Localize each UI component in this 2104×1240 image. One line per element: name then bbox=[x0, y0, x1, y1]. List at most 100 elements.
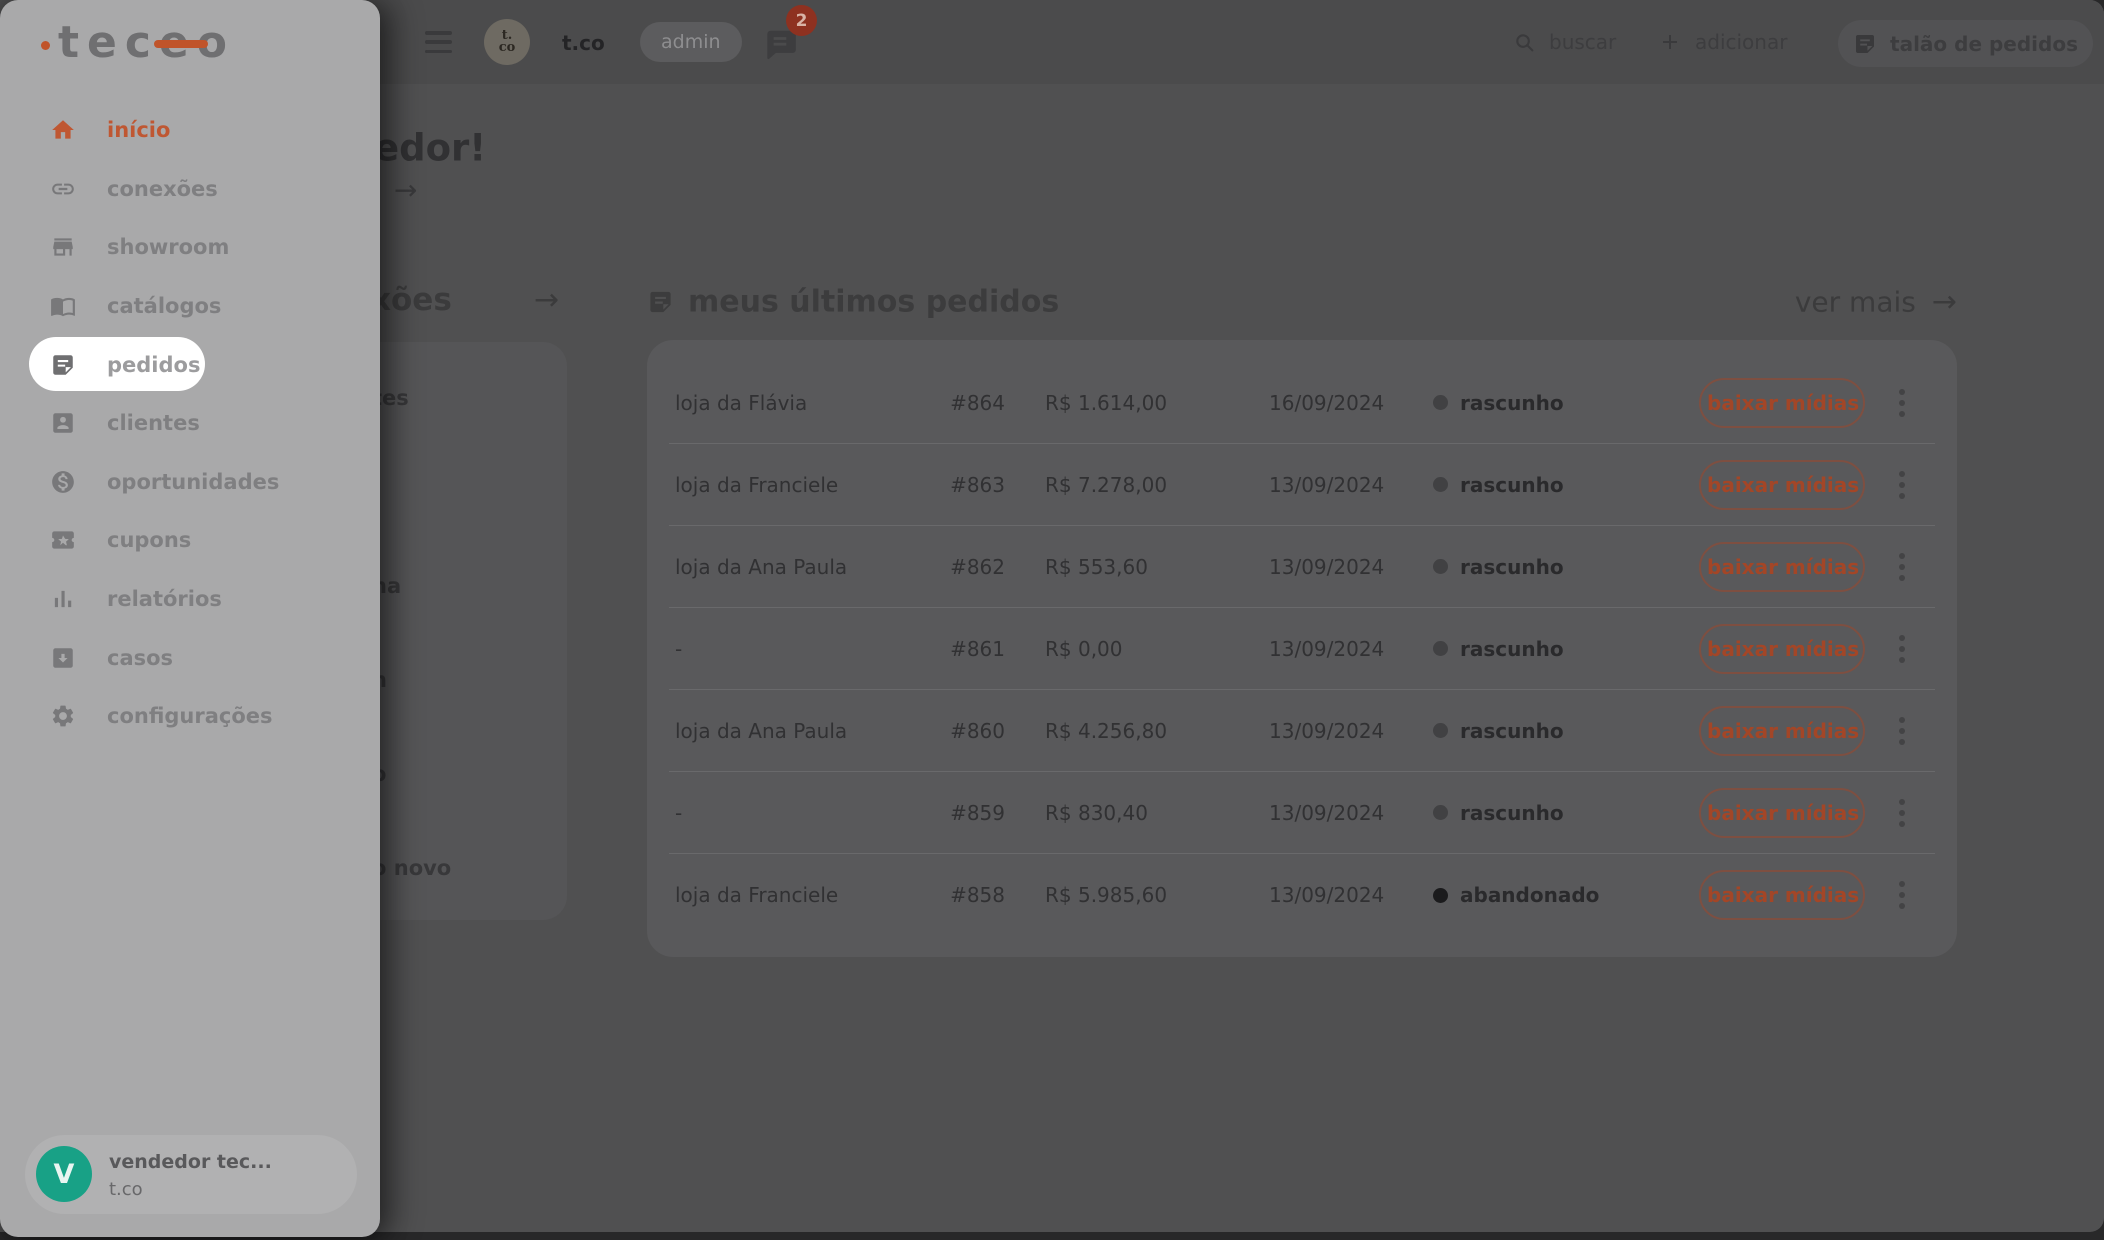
order-status-cell: rascunho bbox=[1427, 801, 1673, 825]
order-number: #859 bbox=[941, 801, 1045, 825]
greeting-text-fragment: edor! bbox=[374, 127, 486, 170]
order-number: #861 bbox=[941, 637, 1045, 661]
download-media-button[interactable]: baixar mídias bbox=[1699, 542, 1865, 592]
sidebar-item-relatorios[interactable]: relatórios bbox=[0, 570, 380, 629]
order-status-label: abandonado bbox=[1460, 883, 1599, 907]
status-dot-icon bbox=[1433, 477, 1448, 492]
kebab-menu-icon[interactable] bbox=[1895, 467, 1909, 503]
user-avatar: V bbox=[36, 1146, 92, 1202]
see-more-link[interactable]: ver mais → bbox=[1795, 285, 1957, 320]
sidebar-item-label: configurações bbox=[107, 704, 273, 728]
note-icon bbox=[1853, 32, 1877, 56]
order-value: R$ 1.614,00 bbox=[1045, 391, 1269, 415]
sidebar-item-label: casos bbox=[107, 646, 173, 670]
download-media-button[interactable]: baixar mídias bbox=[1699, 624, 1865, 674]
order-date: 13/09/2024 bbox=[1269, 637, 1427, 661]
status-dot-icon bbox=[1433, 641, 1448, 656]
logo-text: teceo bbox=[58, 17, 235, 68]
kebab-menu-icon[interactable] bbox=[1895, 549, 1909, 585]
sidebar-item-catalogos[interactable]: catálogos bbox=[0, 277, 380, 336]
order-date: 16/09/2024 bbox=[1269, 391, 1427, 415]
sidebar-item-label: pedidos bbox=[107, 353, 200, 377]
workspace-avatar-line2: co bbox=[499, 42, 516, 54]
kebab-menu-icon[interactable] bbox=[1895, 877, 1909, 913]
order-value: R$ 0,00 bbox=[1045, 637, 1269, 661]
sidebar-item-oportunidades[interactable]: oportunidades bbox=[0, 453, 380, 512]
sidebar-nav: início conexões showroom catálogos pedid… bbox=[0, 101, 380, 746]
person-badge-icon bbox=[50, 410, 76, 436]
menu-icon[interactable] bbox=[425, 31, 452, 53]
order-store: loja da Flávia bbox=[675, 391, 941, 415]
order-date: 13/09/2024 bbox=[1269, 555, 1427, 579]
sidebar-item-inicio[interactable]: início bbox=[0, 101, 380, 160]
order-row: - #859 R$ 830,40 13/09/2024 rascunho bai… bbox=[669, 772, 1935, 854]
order-store: loja da Franciele bbox=[675, 883, 941, 907]
orders-title: meus últimos pedidos bbox=[688, 285, 1059, 320]
order-pad-label: talão de pedidos bbox=[1890, 32, 2078, 56]
order-row: loja da Flávia #864 R$ 1.614,00 16/09/20… bbox=[669, 362, 1935, 444]
order-value: R$ 553,60 bbox=[1045, 555, 1269, 579]
order-date: 13/09/2024 bbox=[1269, 883, 1427, 907]
sidebar-item-clientes[interactable]: clientes bbox=[0, 394, 380, 453]
download-media-button[interactable]: baixar mídias bbox=[1699, 378, 1865, 428]
status-dot-icon bbox=[1433, 395, 1448, 410]
order-status-label: rascunho bbox=[1460, 637, 1564, 661]
status-dot-icon bbox=[1433, 805, 1448, 820]
workspace-avatar[interactable]: t. co bbox=[484, 19, 530, 65]
order-store: loja da Franciele bbox=[675, 473, 941, 497]
download-media-button[interactable]: baixar mídias bbox=[1699, 870, 1865, 920]
download-media-button[interactable]: baixar mídias bbox=[1699, 788, 1865, 838]
download-media-button[interactable]: baixar mídias bbox=[1699, 460, 1865, 510]
sidebar-item-label: showroom bbox=[107, 235, 229, 259]
sidebar-item-conexoes[interactable]: conexões bbox=[0, 160, 380, 219]
logo-dot bbox=[41, 41, 50, 50]
gear-icon bbox=[50, 703, 76, 729]
bar-chart-icon bbox=[50, 586, 76, 612]
plus-icon bbox=[1658, 30, 1682, 54]
order-row: - #861 R$ 0,00 13/09/2024 rascunho baixa… bbox=[669, 608, 1935, 690]
order-row: loja da Franciele #863 R$ 7.278,00 13/09… bbox=[669, 444, 1935, 526]
sidebar-item-label: cupons bbox=[107, 528, 191, 552]
order-value: R$ 7.278,00 bbox=[1045, 473, 1269, 497]
connections-heading-fragment: xões bbox=[371, 282, 452, 318]
dollar-icon bbox=[50, 469, 76, 495]
book-icon bbox=[50, 293, 76, 319]
order-value: R$ 830,40 bbox=[1045, 801, 1269, 825]
see-more-label: ver mais bbox=[1795, 286, 1916, 319]
order-store: - bbox=[675, 637, 941, 661]
kebab-menu-icon[interactable] bbox=[1895, 385, 1909, 421]
order-row: loja da Ana Paula #860 R$ 4.256,80 13/09… bbox=[669, 690, 1935, 772]
order-number: #858 bbox=[941, 883, 1045, 907]
app-window: t. co t.co admin 2 buscar adicionar talã… bbox=[0, 0, 2104, 1240]
user-profile-card[interactable]: V vendedor tec... t.co bbox=[25, 1135, 357, 1214]
sidebar-item-label: oportunidades bbox=[107, 470, 279, 494]
link-icon bbox=[50, 176, 76, 202]
greeting-arrow-icon[interactable]: → bbox=[394, 174, 417, 207]
orders-header: meus últimos pedidos ver mais → bbox=[647, 285, 1957, 320]
order-number: #860 bbox=[941, 719, 1045, 743]
sidebar-item-configuracoes[interactable]: configurações bbox=[0, 687, 380, 746]
search-button[interactable]: buscar bbox=[1513, 30, 1616, 54]
kebab-menu-icon[interactable] bbox=[1895, 713, 1909, 749]
order-status-cell: rascunho bbox=[1427, 555, 1673, 579]
order-number: #863 bbox=[941, 473, 1045, 497]
sidebar-item-casos[interactable]: casos bbox=[0, 628, 380, 687]
connections-arrow-icon[interactable]: → bbox=[534, 283, 559, 318]
kebab-menu-icon[interactable] bbox=[1895, 631, 1909, 667]
order-pad-button[interactable]: talão de pedidos bbox=[1838, 20, 2093, 67]
order-status-label: rascunho bbox=[1460, 719, 1564, 743]
kebab-menu-icon[interactable] bbox=[1895, 795, 1909, 831]
orders-table: loja da Flávia #864 R$ 1.614,00 16/09/20… bbox=[647, 340, 1957, 957]
sidebar-item-label: conexões bbox=[107, 177, 218, 201]
sidebar-item-label: clientes bbox=[107, 411, 200, 435]
order-store: - bbox=[675, 801, 941, 825]
note-icon bbox=[647, 289, 674, 316]
order-status-cell: rascunho bbox=[1427, 473, 1673, 497]
workspace-name: t.co bbox=[562, 31, 605, 55]
add-button[interactable]: adicionar bbox=[1658, 30, 1787, 54]
download-media-button[interactable]: baixar mídias bbox=[1699, 706, 1865, 756]
order-value: R$ 4.256,80 bbox=[1045, 719, 1269, 743]
sidebar-item-pedidos[interactable]: pedidos bbox=[0, 335, 380, 394]
sidebar-item-cupons[interactable]: cupons bbox=[0, 511, 380, 570]
sidebar-item-showroom[interactable]: showroom bbox=[0, 218, 380, 277]
